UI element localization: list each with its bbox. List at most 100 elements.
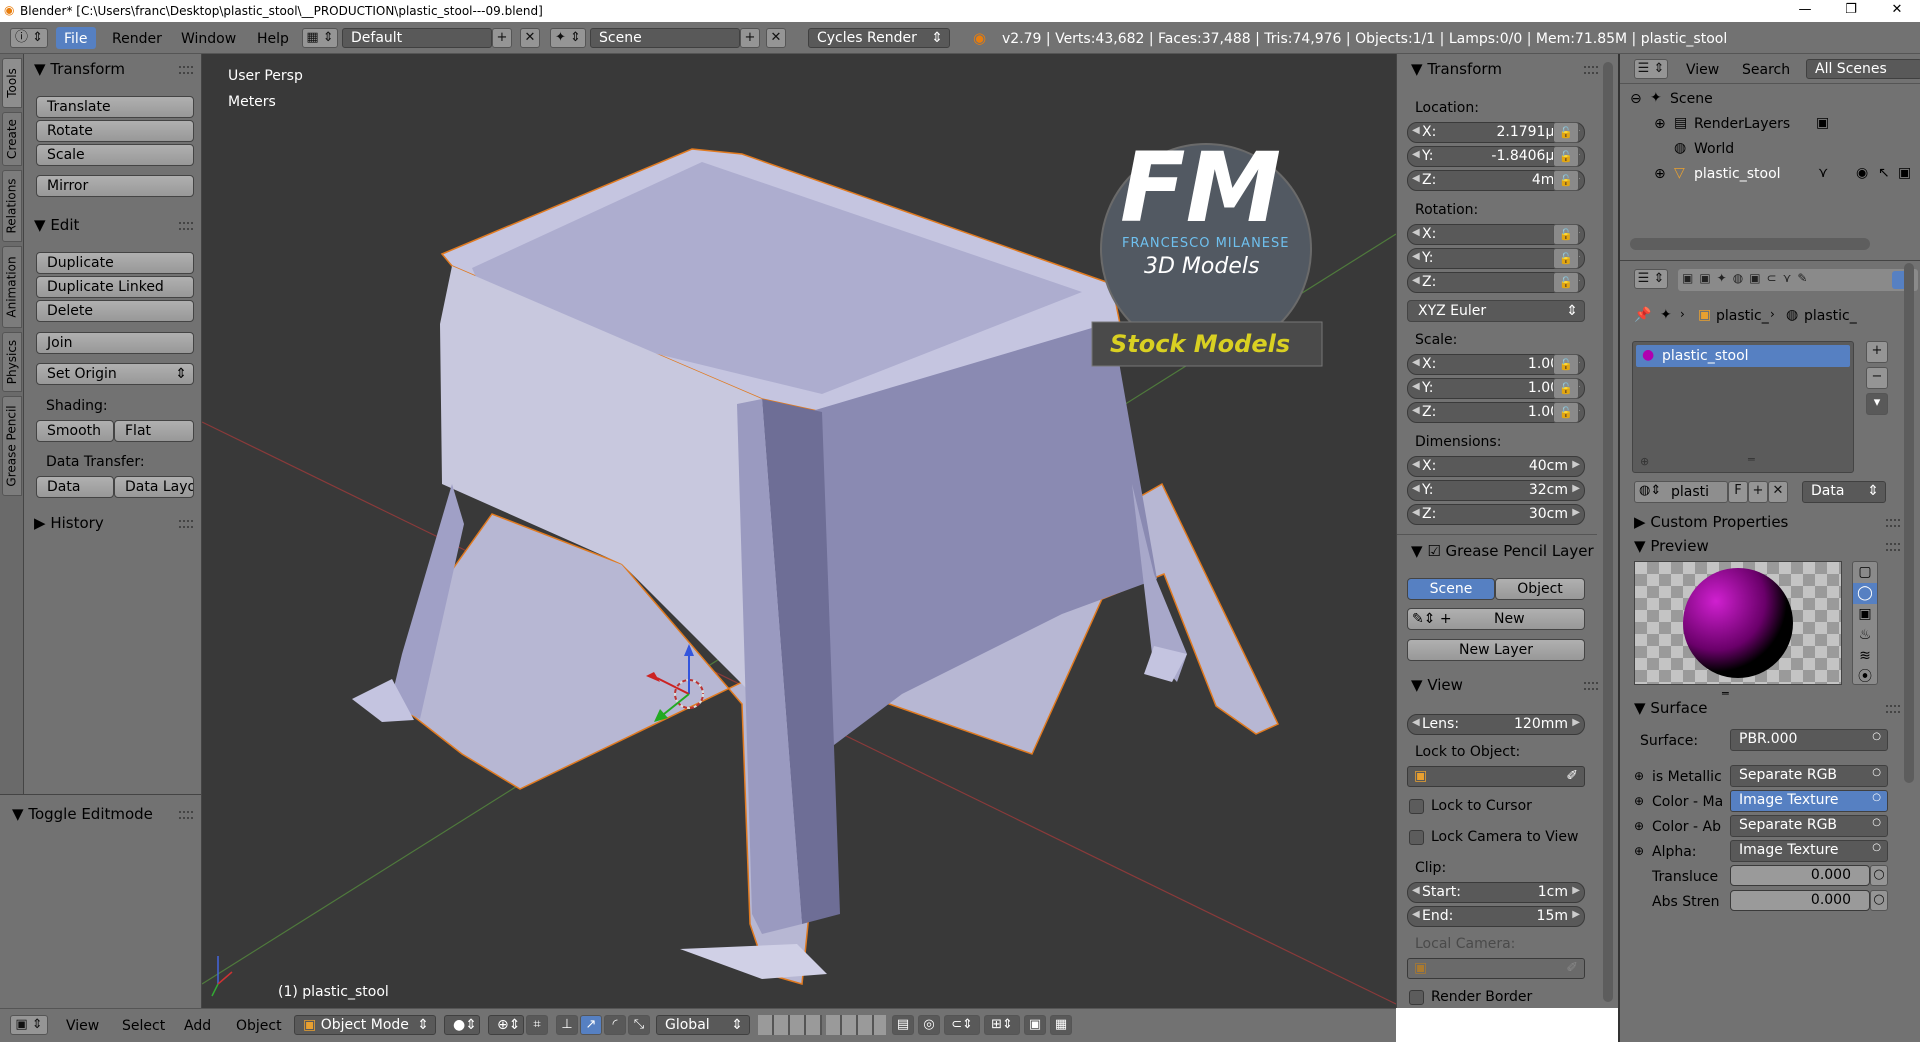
- outliner-search-menu[interactable]: Search: [1742, 62, 1790, 78]
- list-resize-grip-icon[interactable]: ═: [1748, 453, 1755, 466]
- clip-start-field[interactable]: ◀ Start: 1cm ▶: [1407, 882, 1585, 903]
- lock-scale-x-icon[interactable]: 🔓: [1553, 354, 1579, 375]
- selectable-cursor-icon[interactable]: ↖: [1878, 165, 1890, 181]
- screen-layout-icon[interactable]: ▦ ⇕: [302, 28, 338, 48]
- menu-window[interactable]: Window: [181, 31, 236, 47]
- properties-scrollbar[interactable]: [1904, 263, 1914, 783]
- surface-shader-dropdown[interactable]: PBR.000 ○: [1730, 729, 1888, 751]
- socket-expand-icon[interactable]: ⊕: [1634, 819, 1644, 833]
- tab-grease-pencil[interactable]: Grease Pencil: [2, 396, 22, 496]
- panel-grip-icon[interactable]: [1886, 519, 1900, 527]
- panel-grip-icon[interactable]: [179, 811, 193, 819]
- decrement-arrow-icon[interactable]: ◀: [1412, 507, 1420, 518]
- increment-arrow-icon[interactable]: ▶: [1572, 483, 1580, 494]
- snap-toggle-icon[interactable]: ⊂⇕: [944, 1015, 980, 1035]
- 3d-viewport[interactable]: User Persp Meters (1) plastic_stool FM F…: [202, 54, 1396, 1008]
- panel-grip-icon[interactable]: [1584, 682, 1598, 690]
- manipulator-toggle-icon[interactable]: ⊥: [556, 1015, 578, 1035]
- expand-icon[interactable]: ⊕: [1654, 116, 1666, 132]
- lock-rotation-x-icon[interactable]: 🔓: [1553, 224, 1579, 245]
- material-link-dropdown[interactable]: Data ⇕: [1802, 481, 1886, 503]
- minimize-button[interactable]: —: [1782, 0, 1828, 22]
- npanel-transform-header[interactable]: ▼ Transform: [1411, 60, 1502, 78]
- remove-layout-icon[interactable]: ✕: [520, 28, 540, 48]
- breadcrumb-object[interactable]: plastic_: [1716, 308, 1769, 324]
- outliner-view-menu[interactable]: View: [1686, 62, 1719, 78]
- view-panel-header[interactable]: ▼ View: [1411, 676, 1463, 694]
- gp-object-toggle[interactable]: Object: [1495, 578, 1585, 600]
- lock-cursor-checkbox[interactable]: [1409, 799, 1424, 814]
- collapse-icon[interactable]: ⊖: [1630, 91, 1642, 107]
- tab-physics[interactable]: Physics: [2, 332, 22, 392]
- input-is-metallic-dropdown[interactable]: Separate RGB ○: [1730, 765, 1888, 787]
- opengl-render-icon[interactable]: ▣: [1024, 1015, 1046, 1035]
- operator-panel-header[interactable]: ▼ Toggle Editmode: [12, 805, 153, 823]
- transform-panel-header[interactable]: ▼ Transform: [34, 60, 125, 78]
- increment-arrow-icon[interactable]: ▶: [1572, 717, 1580, 728]
- material-browse-field[interactable]: ◍⇕ plasti: [1634, 481, 1728, 503]
- abs-strength-link-icon[interactable]: ○: [1870, 890, 1888, 911]
- decrement-arrow-icon[interactable]: ◀: [1412, 483, 1420, 494]
- sphere-shape-icon[interactable]: ◯: [1853, 583, 1877, 604]
- gp-scene-toggle[interactable]: Scene: [1407, 578, 1495, 600]
- proportional-edit-icon[interactable]: ◎: [918, 1015, 940, 1035]
- lens-field[interactable]: ◀ Lens: 120mm ▶: [1407, 714, 1585, 735]
- tab-animation[interactable]: Animation: [2, 246, 22, 328]
- render-camera-icon[interactable]: ▣: [1898, 165, 1911, 181]
- menu-help[interactable]: Help: [257, 31, 289, 47]
- panel-grip-icon[interactable]: [1584, 66, 1598, 74]
- decrement-arrow-icon[interactable]: ◀: [1412, 251, 1420, 262]
- scene-layers-grid-a[interactable]: [758, 1015, 822, 1035]
- rotate-button[interactable]: Rotate: [36, 120, 194, 142]
- outliner-row-scene[interactable]: ⊖ ✦ Scene: [1620, 88, 1910, 113]
- 3d-view-editor-type-icon[interactable]: ▣ ⇕: [10, 1015, 48, 1035]
- decrement-arrow-icon[interactable]: ◀: [1412, 275, 1420, 286]
- preview-shape-buttons[interactable]: ▢ ◯ ▣ ♨ ≋ ⦿: [1852, 561, 1878, 685]
- preview-resize-grip-icon[interactable]: ═: [1722, 687, 1729, 700]
- decrement-arrow-icon[interactable]: ◀: [1412, 885, 1420, 896]
- data-transfer-button[interactable]: Data: [36, 476, 114, 498]
- eyedropper-icon[interactable]: ✐: [1566, 768, 1578, 784]
- decrement-arrow-icon[interactable]: ◀: [1412, 909, 1420, 920]
- material-browse-icon[interactable]: ◍⇕: [1639, 483, 1661, 498]
- list-options-icon[interactable]: ⊕: [1640, 455, 1649, 468]
- layer-lock-icon[interactable]: ▤: [892, 1015, 914, 1035]
- npanel-scrollbar[interactable]: [1603, 62, 1613, 1002]
- properties-context-tabs[interactable]: ▣▣✦◍▣⊂⋎✎: [1678, 269, 1918, 291]
- snap-element-icon[interactable]: ⊞⇕: [984, 1015, 1020, 1035]
- eyedropper-icon[interactable]: ✐: [1566, 960, 1578, 976]
- history-panel-header[interactable]: ▶ History: [34, 514, 104, 532]
- manipulate-center-icon[interactable]: ⌗: [526, 1015, 548, 1035]
- close-window-button[interactable]: ✕: [1874, 0, 1920, 22]
- join-button[interactable]: Join: [36, 332, 194, 354]
- lock-scale-z-icon[interactable]: 🔓: [1553, 402, 1579, 423]
- increment-arrow-icon[interactable]: ▶: [1572, 885, 1580, 896]
- lock-object-field[interactable]: ▣ ✐: [1407, 766, 1585, 787]
- lock-scale-y-icon[interactable]: 🔓: [1553, 378, 1579, 399]
- decrement-arrow-icon[interactable]: ◀: [1412, 227, 1420, 238]
- socket-expand-icon[interactable]: ⊕: [1634, 794, 1644, 808]
- select-menu[interactable]: Select: [122, 1018, 165, 1034]
- socket-expand-icon[interactable]: ⊕: [1634, 769, 1644, 783]
- edit-panel-header[interactable]: ▼ Edit: [34, 216, 79, 234]
- panel-grip-icon[interactable]: [179, 222, 193, 230]
- input-color-ab-dropdown[interactable]: Separate RGB ○: [1730, 815, 1888, 837]
- lock-location-z-icon[interactable]: 🔓: [1553, 170, 1579, 191]
- smooth-shading-button[interactable]: Smooth: [36, 420, 114, 442]
- decrement-arrow-icon[interactable]: ◀: [1412, 125, 1420, 136]
- render-engine-dropdown[interactable]: Cycles Render ⇕: [808, 28, 950, 48]
- object-menu[interactable]: Object: [236, 1018, 282, 1034]
- rotate-manipulator-icon[interactable]: ◜: [604, 1015, 626, 1035]
- preview-header[interactable]: ▼ Preview: [1634, 537, 1709, 555]
- outliner-filter-dropdown[interactable]: All Scenes: [1806, 59, 1920, 79]
- outliner-row-world[interactable]: ◍ World: [1620, 138, 1910, 163]
- lock-rotation-y-icon[interactable]: 🔓: [1553, 248, 1579, 269]
- unlink-material-icon[interactable]: ✕: [1768, 481, 1788, 503]
- delete-button[interactable]: Delete: [36, 300, 194, 322]
- panel-grip-icon[interactable]: [1886, 705, 1900, 713]
- fake-user-button[interactable]: F: [1728, 481, 1748, 503]
- panel-grip-icon[interactable]: [179, 66, 193, 74]
- duplicate-linked-button[interactable]: Duplicate Linked: [36, 276, 194, 298]
- scene-dropdown[interactable]: Scene: [590, 28, 740, 48]
- maximize-button[interactable]: ❐: [1828, 0, 1874, 22]
